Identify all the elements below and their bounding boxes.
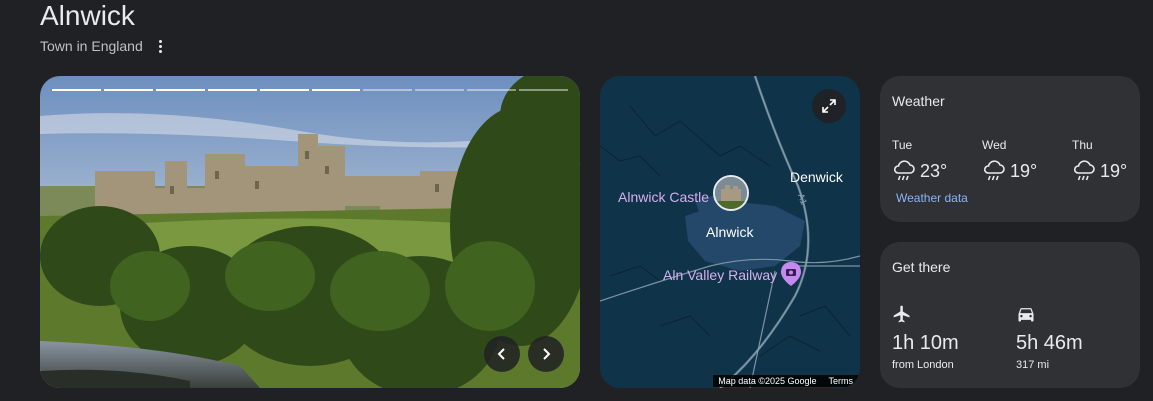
weather-temp: 19° [1100, 160, 1128, 181]
carousel-progress-segment [103, 89, 153, 91]
photo-carousel[interactable] [40, 76, 580, 388]
carousel-progress-segment [259, 89, 309, 91]
weather-data-link[interactable]: Weather data [896, 191, 968, 205]
carousel-progress-segment [207, 89, 257, 91]
carousel-progress-segment [311, 89, 361, 91]
weather-card[interactable]: Weather Tue 23° Wed 19° Thu 19° Weather … [880, 76, 1140, 222]
flight-origin: from London [892, 359, 954, 371]
rain-cloud-icon [893, 160, 915, 181]
carousel-progress-segment [519, 89, 569, 91]
drive-time: 5h 46m [1016, 332, 1083, 354]
airplane-icon [893, 305, 910, 323]
map-label-town[interactable]: Alnwick [706, 224, 753, 240]
map-label-denwick[interactable]: Denwick [790, 169, 843, 185]
expand-icon [822, 99, 836, 113]
rain-cloud-icon [983, 160, 1005, 181]
weather-temp: 19° [1010, 160, 1038, 181]
weather-temp: 23° [920, 160, 948, 181]
weather-temp-row: 19° [982, 160, 1037, 182]
weather-day: Wed [982, 138, 1007, 152]
carousel-progress-segment [363, 89, 413, 91]
chevron-left-icon [497, 348, 505, 360]
castle-photo-pin[interactable] [713, 175, 749, 211]
get-there-card[interactable]: Get there 1h 10m from London 5h 46m 317 … [880, 242, 1140, 388]
castle-thumbnail-icon [715, 177, 747, 209]
car-icon [1018, 308, 1034, 322]
more-options-button[interactable] [153, 37, 169, 55]
rain-cloud-icon [1073, 160, 1095, 181]
next-photo-button[interactable] [528, 336, 564, 372]
map-terms-link[interactable]: Terms [829, 376, 854, 386]
chevron-right-icon [543, 348, 551, 360]
map-attribution: Map data ©2025 Google [718, 376, 817, 386]
weather-temp-row: 19° [1072, 160, 1127, 182]
weather-title: Weather [892, 93, 945, 109]
map-card[interactable]: A1 Denwick Alnwick Castle Alnwick Aln Va… [600, 76, 860, 388]
carousel-progress-segment [415, 89, 465, 91]
more-vert-icon [159, 39, 163, 43]
previous-photo-button[interactable] [484, 336, 520, 372]
subtitle: Town in England [40, 38, 143, 54]
page-title: Alnwick [40, 0, 135, 31]
weather-temp-row: 23° [892, 160, 947, 182]
carousel-progress-segment [52, 89, 101, 91]
subtitle-row: Town in England [40, 37, 169, 55]
camera-pin-icon[interactable] [780, 261, 802, 287]
weather-day: Tue [892, 138, 913, 152]
flight-time: 1h 10m [892, 332, 959, 354]
carousel-progress-segment [467, 89, 517, 91]
drive-distance: 317 mi [1016, 359, 1050, 371]
expand-map-button[interactable] [812, 89, 846, 123]
map-label-castle[interactable]: Alnwick Castle [618, 189, 709, 205]
carousel-progress [52, 89, 569, 91]
get-there-title: Get there [892, 259, 951, 275]
map-footer: Map data ©2025 Google Terms [713, 375, 858, 387]
carousel-progress-segment [155, 89, 205, 91]
weather-day: Thu [1072, 138, 1093, 152]
map-label-railway[interactable]: Aln Valley Railway [663, 267, 777, 283]
